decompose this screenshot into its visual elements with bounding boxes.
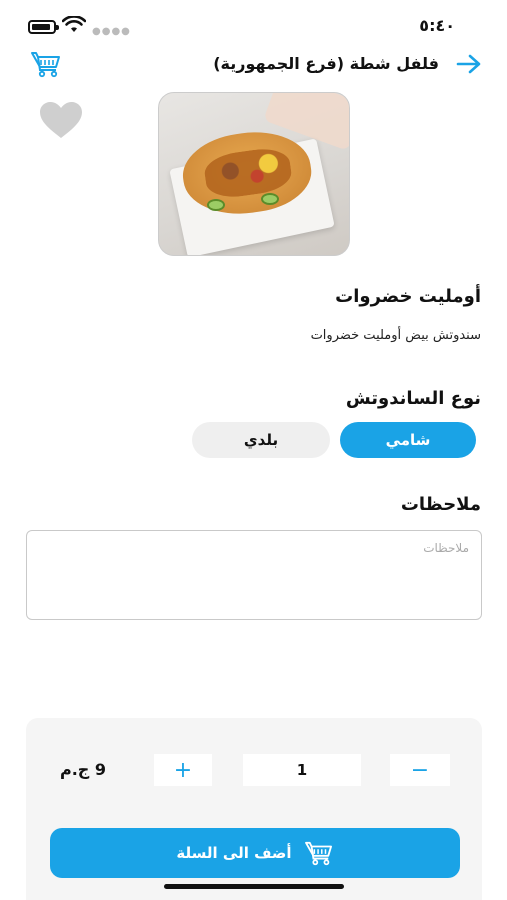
status-bar: ●●●● ٥:٤٠ bbox=[0, 0, 507, 50]
arrow-right-icon[interactable] bbox=[455, 52, 483, 76]
product-description: سندوتش بيض أومليت خضروات bbox=[310, 328, 481, 343]
notes-title: ملاحظات bbox=[400, 494, 481, 515]
option-shami[interactable]: شامي bbox=[340, 422, 476, 458]
status-time: ٥:٤٠ bbox=[419, 16, 455, 35]
signal-icon: ●●●● bbox=[92, 26, 131, 37]
option-baladi[interactable]: بلدي bbox=[192, 422, 330, 458]
header: فلفل شطة (فرع الجمهورية) bbox=[0, 50, 507, 80]
cart-icon[interactable] bbox=[30, 50, 62, 78]
battery-icon bbox=[28, 20, 59, 34]
cart-icon bbox=[304, 841, 332, 866]
home-indicator bbox=[164, 884, 344, 889]
quantity-value: 1 bbox=[243, 754, 361, 786]
heart-icon[interactable] bbox=[38, 100, 84, 140]
add-to-cart-label: أضف الى السلة bbox=[176, 844, 292, 862]
add-to-cart-button[interactable]: أضف الى السلة bbox=[50, 828, 460, 878]
quantity-increase-button[interactable]: + bbox=[154, 754, 212, 786]
page-title: فلفل شطة (فرع الجمهورية) bbox=[213, 54, 439, 73]
wifi-icon bbox=[62, 16, 86, 32]
product-name: أومليت خضروات bbox=[335, 286, 481, 307]
sandwich-type-title: نوع الساندوتش bbox=[345, 388, 481, 409]
cucumber-slice bbox=[207, 199, 225, 211]
product-image bbox=[158, 92, 350, 256]
price-label: 9 ج.م bbox=[60, 760, 107, 779]
quantity-decrease-button[interactable]: − bbox=[390, 754, 450, 786]
notes-field[interactable] bbox=[26, 530, 482, 620]
cucumber-slice bbox=[261, 193, 279, 205]
